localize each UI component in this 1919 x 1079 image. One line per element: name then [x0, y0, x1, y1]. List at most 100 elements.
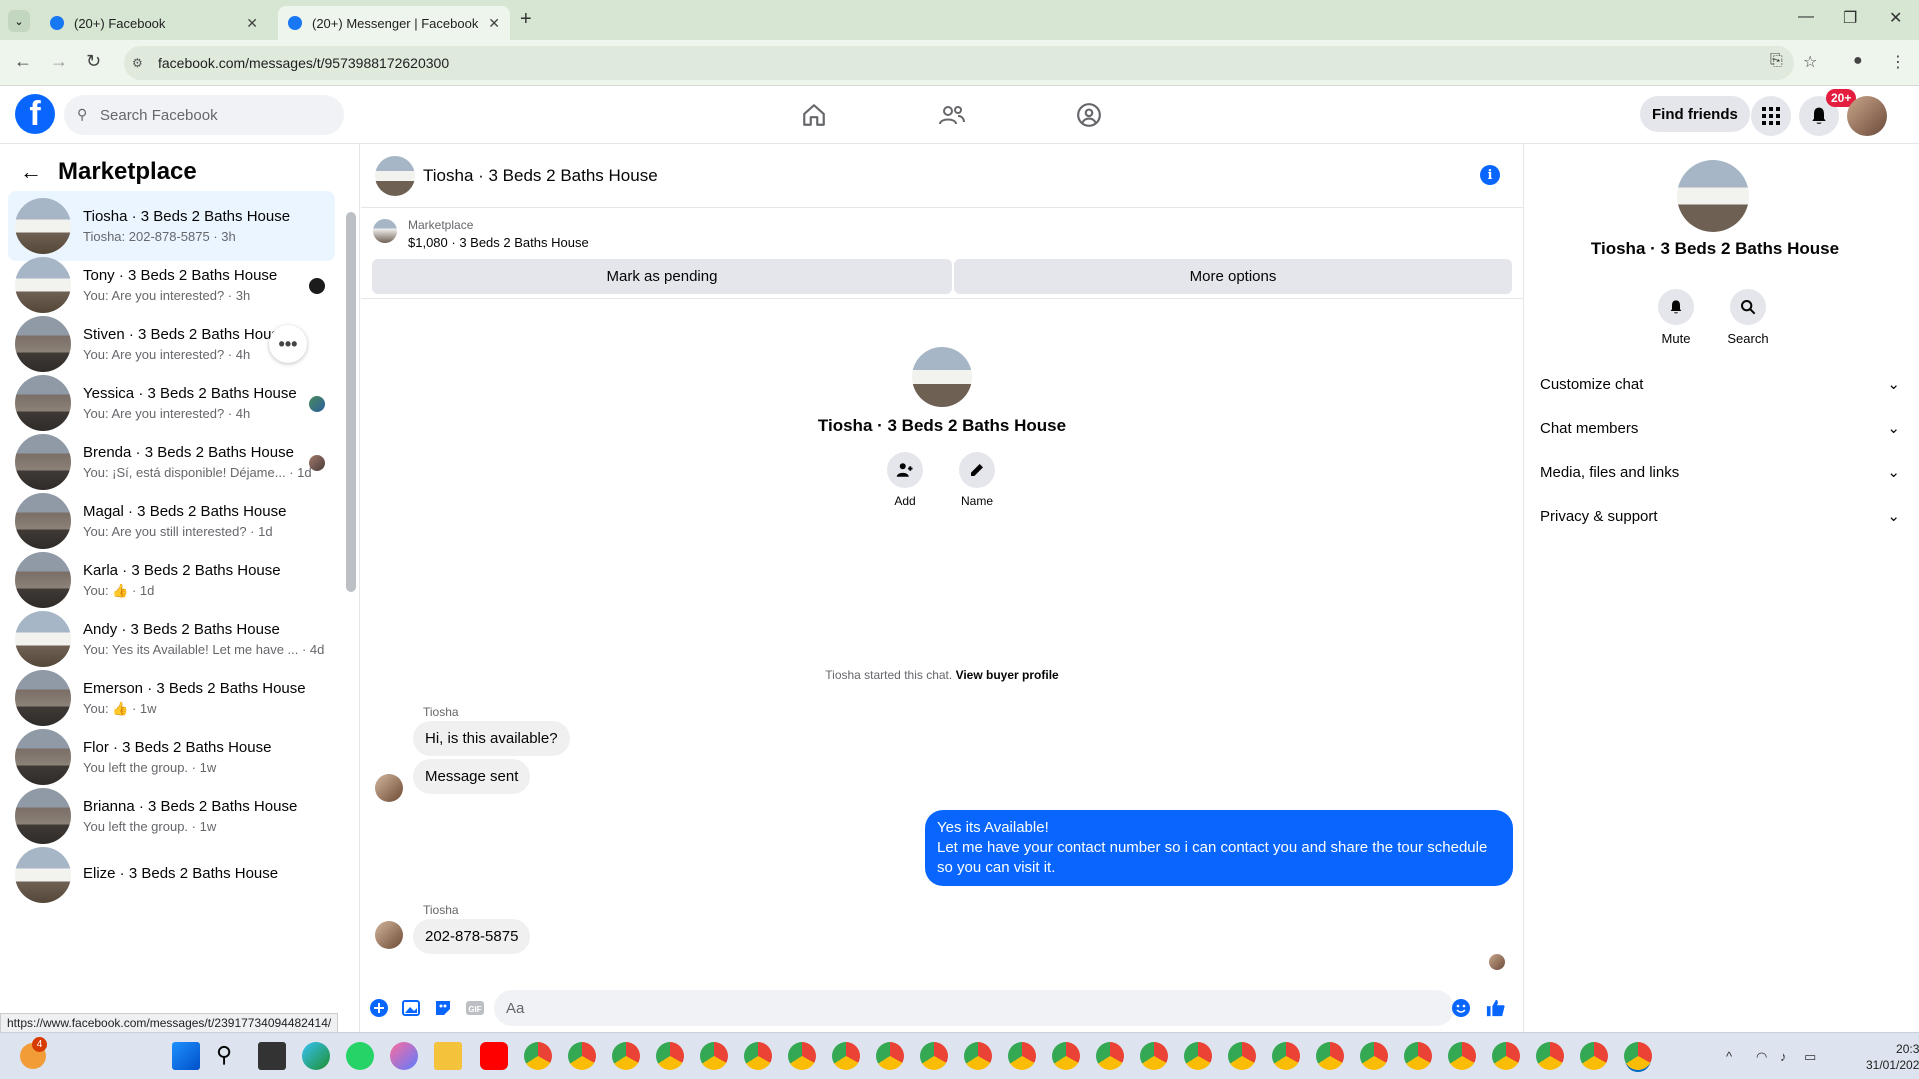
mark-as-pending-button[interactable]: Mark as pending	[372, 259, 952, 294]
taskbar-clock[interactable]: 20:37 31/01/2025	[1866, 1041, 1919, 1073]
media-files-links-section[interactable]: Media, files and links ⌄	[1540, 463, 1900, 482]
chrome-icon[interactable]	[1140, 1042, 1168, 1070]
chrome-icon[interactable]	[744, 1042, 772, 1070]
browser-tab-messenger[interactable]: (20+) Messenger | Facebook ✕	[278, 6, 510, 40]
search-icon[interactable]: ⚲	[216, 1042, 244, 1070]
outgoing-message[interactable]: Yes its Available! Let me have your cont…	[925, 810, 1513, 886]
chat-members-section[interactable]: Chat members ⌄	[1540, 419, 1900, 438]
facebook-logo-icon[interactable]: f	[15, 94, 55, 134]
chrome-icon[interactable]	[1492, 1042, 1520, 1070]
chrome-icon[interactable]	[612, 1042, 640, 1070]
chrome-icon[interactable]	[832, 1042, 860, 1070]
browser-tab-facebook[interactable]: (20+) Facebook ✕	[40, 6, 268, 40]
back-icon[interactable]: ←	[14, 51, 32, 72]
info-icon[interactable]: i	[1480, 165, 1500, 185]
thumbs-up-icon[interactable]	[1486, 998, 1506, 1018]
chrome-icon[interactable]	[1580, 1042, 1608, 1070]
incoming-message[interactable]: Hi, is this available?	[413, 721, 570, 756]
close-tab-icon[interactable]: ✕	[246, 15, 258, 32]
chrome-icon[interactable]	[1008, 1042, 1036, 1070]
sender-avatar[interactable]	[375, 774, 403, 802]
chrome-icon[interactable]	[1536, 1042, 1564, 1070]
groups-icon[interactable]	[1072, 98, 1106, 132]
chrome-icon[interactable]	[656, 1042, 684, 1070]
sidebar-scrollbar[interactable]	[346, 212, 356, 592]
chrome-icon[interactable]	[920, 1042, 948, 1070]
url-field[interactable]: facebook.com/messages/t/9573988172620300	[124, 46, 1794, 80]
chrome-icon[interactable]	[788, 1042, 816, 1070]
chrome-icon[interactable]	[568, 1042, 596, 1070]
minimize-icon[interactable]: —	[1798, 8, 1814, 26]
chrome-icon[interactable]	[1624, 1042, 1652, 1070]
restore-icon[interactable]: ❐	[1843, 8, 1857, 28]
incoming-message[interactable]: Message sent	[413, 759, 531, 794]
browser-menu-icon[interactable]: ⋮	[1890, 52, 1906, 72]
account-avatar[interactable]	[1847, 96, 1887, 136]
back-arrow-icon[interactable]: ←	[20, 159, 42, 185]
new-tab-icon[interactable]: +	[520, 8, 532, 31]
tray-chevron-icon[interactable]: ^	[1726, 1049, 1732, 1064]
message-input[interactable]: Aa	[494, 990, 1454, 1026]
chrome-icon[interactable]	[1184, 1042, 1212, 1070]
chrome-icon[interactable]	[700, 1042, 728, 1070]
copilot-icon[interactable]	[390, 1042, 418, 1070]
search-placeholder: Search Facebook	[100, 106, 218, 124]
chat-title[interactable]: Tiosha · 3 Beds 2 Baths House	[423, 166, 658, 186]
privacy-support-section[interactable]: Privacy & support ⌄	[1540, 507, 1900, 526]
chrome-icon[interactable]	[1316, 1042, 1344, 1070]
youtube-icon[interactable]	[480, 1042, 508, 1070]
close-tab-icon[interactable]: ✕	[488, 15, 500, 32]
more-options-icon[interactable]: •••	[269, 325, 307, 363]
conversation-item[interactable]: Elize · 3 Beds 2 Baths House	[8, 840, 335, 910]
chrome-icon[interactable]	[1272, 1042, 1300, 1070]
chrome-icon[interactable]	[964, 1042, 992, 1070]
windows-start-icon[interactable]	[172, 1042, 200, 1070]
home-icon[interactable]	[797, 98, 831, 132]
reload-icon[interactable]: ↻	[86, 51, 101, 72]
volume-icon[interactable]: ♪	[1780, 1049, 1787, 1064]
add-member-button[interactable]: Add	[875, 452, 935, 508]
install-app-icon[interactable]: ⎘	[1770, 52, 1783, 70]
close-window-icon[interactable]: ✕	[1889, 8, 1902, 28]
chrome-icon[interactable]	[876, 1042, 904, 1070]
whatsapp-icon[interactable]	[346, 1042, 374, 1070]
plus-circle-icon[interactable]	[369, 998, 389, 1018]
friends-icon[interactable]	[935, 98, 969, 132]
find-friends-button[interactable]: Find friends	[1640, 96, 1750, 132]
task-view-icon[interactable]	[258, 1042, 286, 1070]
mute-button[interactable]: Mute	[1646, 289, 1706, 346]
incoming-message[interactable]: 202-878-5875	[413, 919, 531, 954]
listing-title[interactable]: $1,080 · 3 Beds 2 Baths House	[408, 235, 589, 250]
tab-search-icon[interactable]: ⌄	[8, 10, 30, 32]
chrome-icon[interactable]	[1096, 1042, 1124, 1070]
customize-chat-section[interactable]: Customize chat ⌄	[1540, 375, 1900, 394]
conversation-preview: You: 👍 · 1d	[83, 582, 155, 598]
bookmark-star-icon[interactable]: ☆	[1803, 52, 1817, 72]
sticker-icon[interactable]	[433, 998, 453, 1018]
chrome-icon[interactable]	[1448, 1042, 1476, 1070]
chrome-icon[interactable]	[1052, 1042, 1080, 1070]
forward-icon[interactable]: →	[50, 51, 68, 72]
search-in-chat-button[interactable]: Search	[1718, 289, 1778, 346]
battery-icon[interactable]: ▭	[1804, 1049, 1816, 1065]
more-options-button[interactable]: More options	[954, 259, 1512, 294]
chrome-icon[interactable]	[524, 1042, 552, 1070]
sender-avatar[interactable]	[375, 921, 403, 949]
menu-grid-icon[interactable]	[1751, 96, 1791, 136]
emoji-icon[interactable]	[1451, 998, 1471, 1018]
photo-icon[interactable]	[401, 998, 421, 1018]
chat-avatar[interactable]	[375, 156, 415, 196]
gif-icon[interactable]: GIF	[465, 998, 485, 1018]
view-buyer-profile-link[interactable]: View buyer profile	[956, 668, 1059, 682]
chrome-icon[interactable]	[1228, 1042, 1256, 1070]
site-info-icon[interactable]: ⚙	[132, 56, 143, 70]
wifi-icon[interactable]: ◠	[1756, 1049, 1767, 1065]
edit-name-button[interactable]: Name	[947, 452, 1007, 508]
file-explorer-icon[interactable]	[434, 1042, 462, 1070]
listing-thumbnail[interactable]	[373, 219, 397, 243]
chrome-icon[interactable]	[1404, 1042, 1432, 1070]
profile-icon[interactable]: ●	[1853, 52, 1863, 70]
chrome-icon[interactable]	[1360, 1042, 1388, 1070]
edge-icon[interactable]	[302, 1042, 330, 1070]
facebook-search-input[interactable]: ⚲ Search Facebook	[64, 95, 344, 135]
